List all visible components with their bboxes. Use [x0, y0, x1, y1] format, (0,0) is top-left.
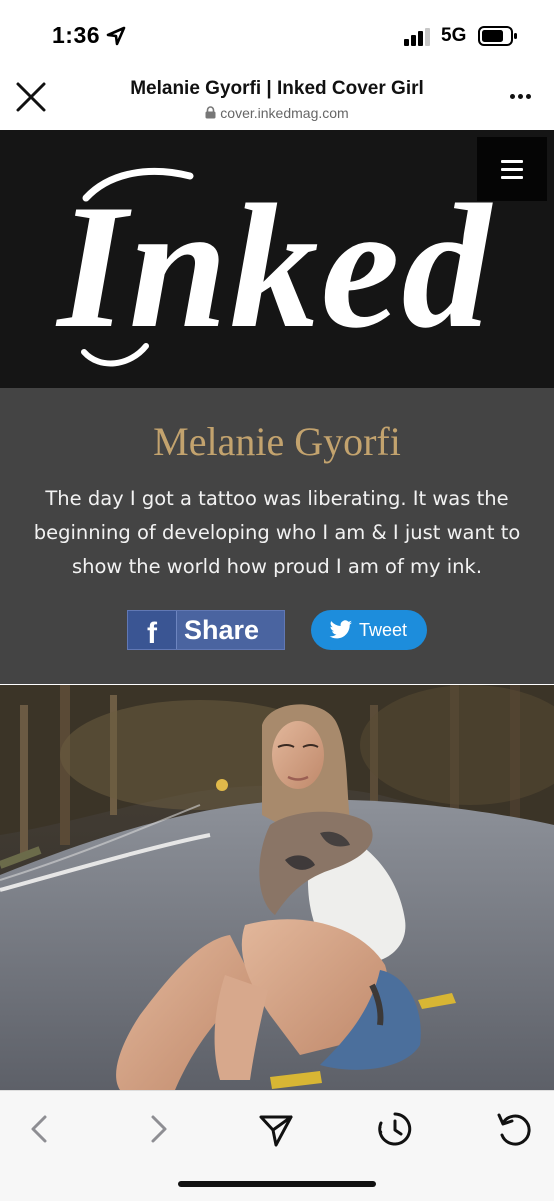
- network-type: 5G: [441, 25, 467, 46]
- inked-logo[interactable]: Inked: [0, 130, 554, 388]
- share-label: Share: [184, 615, 260, 645]
- quote-line: beginning of developing who I am & I jus…: [33, 521, 521, 544]
- status-bar: 1:36 5G: [0, 0, 554, 64]
- model-name: Melanie Gyorfi: [153, 419, 401, 464]
- url-display[interactable]: cover.inkedmag.com: [0, 105, 554, 121]
- more-options-icon[interactable]: [508, 86, 534, 106]
- chevron-right-icon[interactable]: [138, 1109, 178, 1149]
- menu-button[interactable]: [477, 137, 547, 201]
- battery-icon: [478, 26, 517, 46]
- send-icon[interactable]: [256, 1109, 296, 1149]
- cellular-signal-icon: [404, 28, 430, 46]
- facebook-icon: f: [128, 611, 177, 650]
- reload-icon[interactable]: [494, 1109, 534, 1149]
- history-icon[interactable]: [375, 1109, 415, 1149]
- tweet-label: Tweet: [359, 620, 408, 640]
- twitter-bird-icon: [329, 620, 352, 639]
- chevron-left-icon[interactable]: [20, 1109, 60, 1149]
- page-title: Melanie Gyorfi | Inked Cover Girl: [130, 78, 424, 99]
- site-header: Inked: [0, 130, 554, 388]
- tweet-button[interactable]: Tweet: [311, 610, 427, 650]
- quote-line: The day I got a tattoo was liberating. I…: [45, 487, 509, 510]
- cover-intro-panel: Melanie Gyorfi The day I got a tattoo wa…: [0, 388, 554, 684]
- svg-text:Inked: Inked: [55, 167, 493, 365]
- quote-line: show the world how proud I am of my ink.: [71, 555, 483, 578]
- lock-icon: [205, 106, 216, 119]
- status-time: 1:36: [52, 22, 101, 48]
- model-quote: The day I got a tattoo was liberating. I…: [28, 482, 526, 584]
- cover-photo: [0, 685, 554, 1090]
- home-indicator: [178, 1181, 376, 1187]
- location-arrow-icon: [106, 26, 126, 46]
- cover-photo-image: [0, 685, 554, 1090]
- url-text: cover.inkedmag.com: [220, 105, 349, 121]
- browser-header: Melanie Gyorfi | Inked Cover Girl cover.…: [0, 64, 554, 131]
- facebook-share-button[interactable]: f Share: [127, 610, 285, 650]
